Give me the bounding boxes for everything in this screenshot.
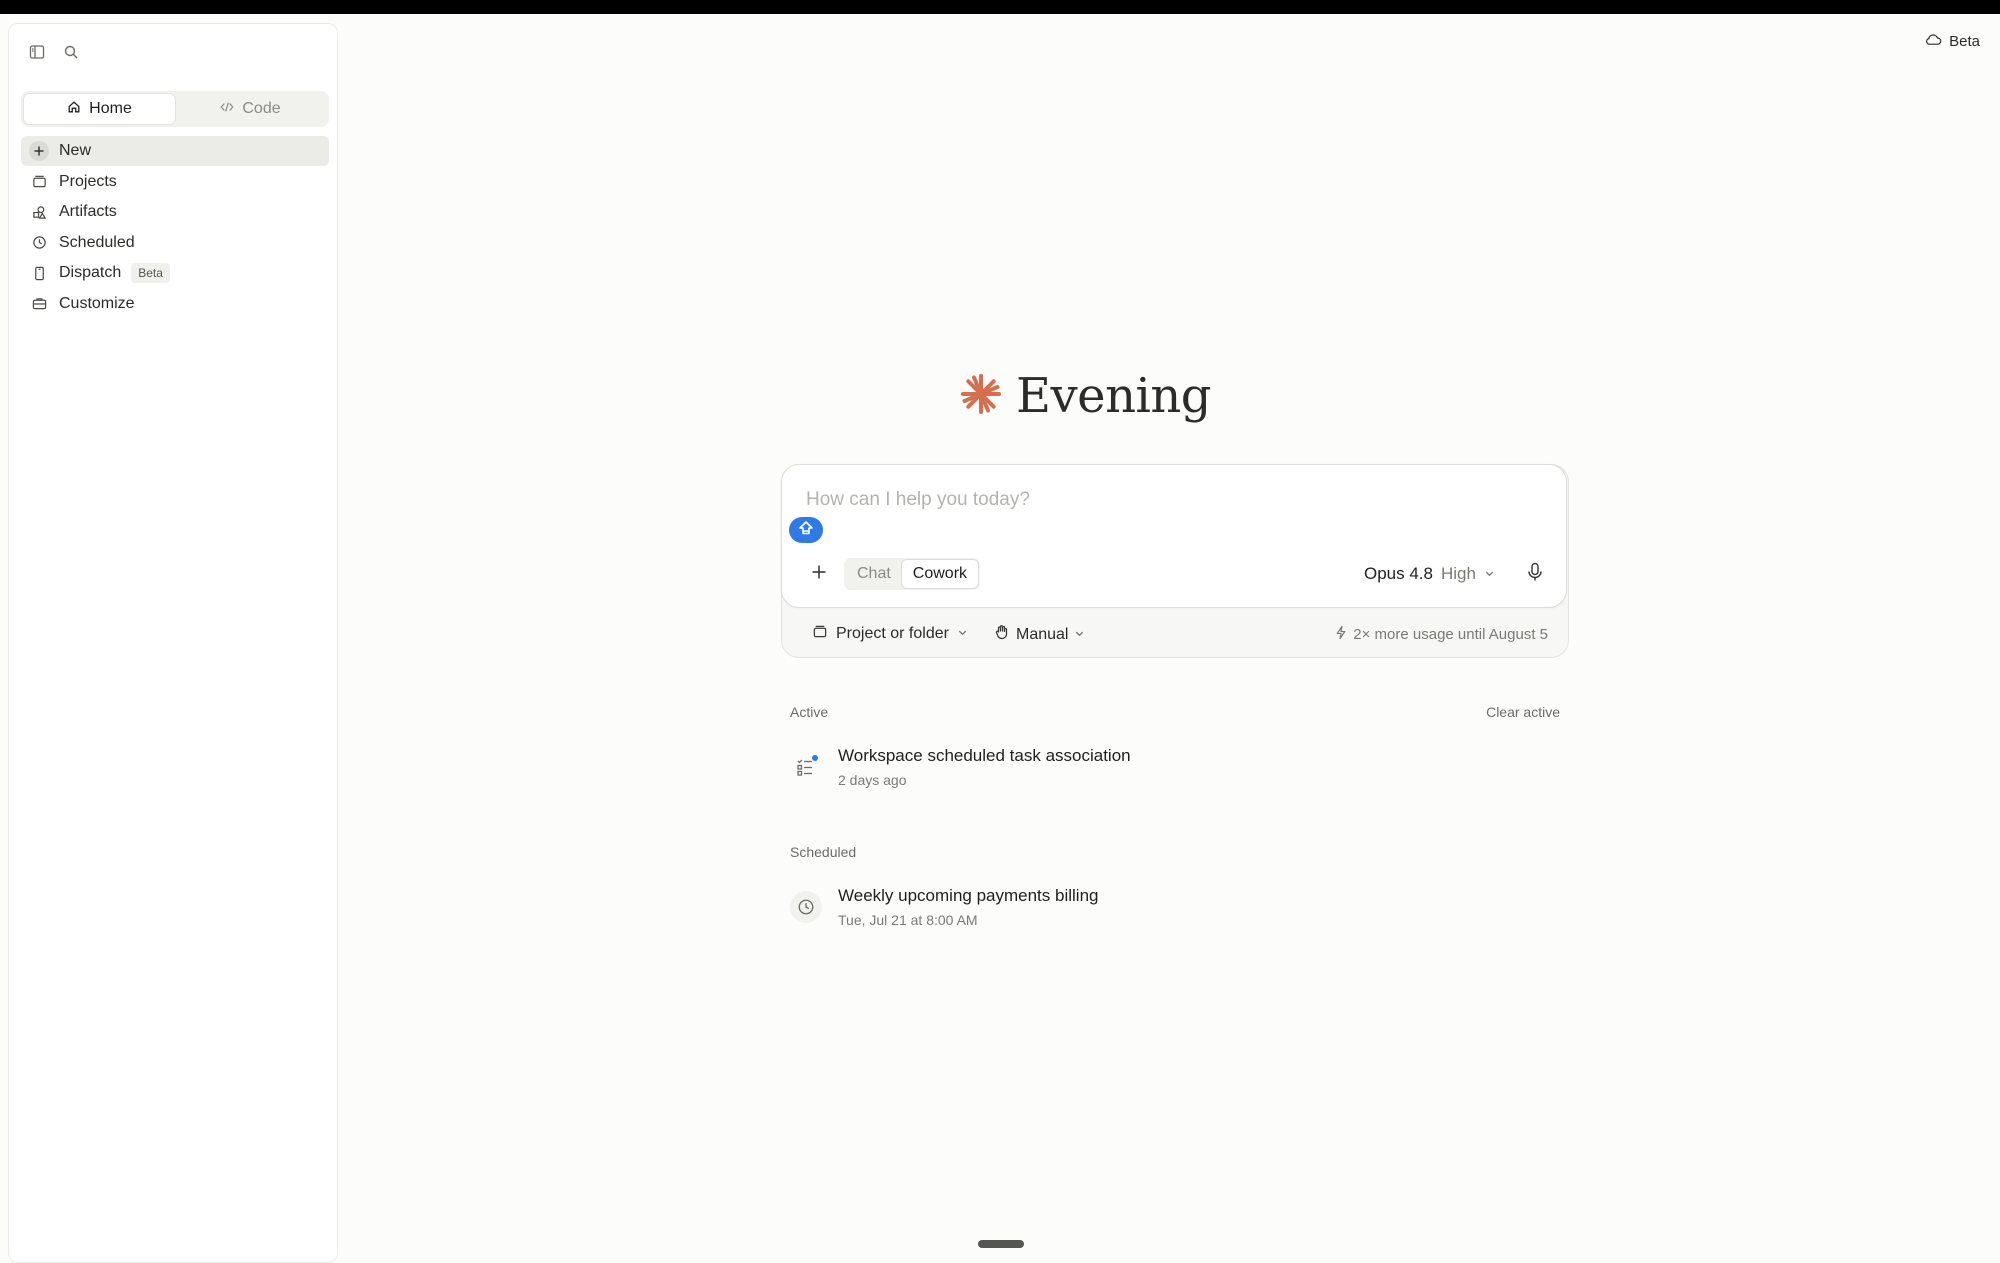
task-title: Weekly upcoming payments billing (838, 886, 1099, 905)
plus-icon (29, 141, 49, 161)
permission-label: Manual (1016, 625, 1069, 643)
unread-dot (812, 755, 818, 761)
task-subtitle: 2 days ago (838, 772, 907, 788)
mode-chat[interactable]: Chat (846, 560, 902, 588)
model-effort: High (1441, 564, 1476, 583)
permission-selector[interactable]: Manual (994, 624, 1085, 645)
cloud-icon (1925, 32, 1942, 50)
folder-icon (812, 624, 828, 644)
sidebar-item-label: Customize (59, 294, 135, 312)
attach-button[interactable] (807, 562, 831, 586)
list-item[interactable]: Weekly upcoming payments billing Tue, Ju… (790, 886, 1560, 928)
composer-options-row: Project or folder Manual 2× more usage u (782, 609, 1568, 659)
beta-badge: Beta (131, 263, 170, 283)
app-window: Home Code New Projects Artifacts Schedul… (0, 14, 2000, 1263)
composer: Chat Cowork Opus 4.8 High (781, 464, 1567, 608)
sidebar-item-label: Dispatch (59, 264, 122, 281)
usage-note: 2× more usage until August 5 (1335, 625, 1548, 644)
sidebar-item-label: Artifacts (59, 203, 117, 220)
clock-icon (31, 235, 47, 251)
project-folder-selector[interactable]: Project or folder (812, 624, 968, 644)
floating-action-button[interactable] (789, 517, 823, 543)
home-indicator[interactable] (978, 1240, 1024, 1248)
greeting-text: Evening (1016, 368, 1211, 424)
clear-active-button[interactable]: Clear active (1486, 704, 1560, 720)
sparkle-logo-icon (960, 373, 1002, 420)
sidebar-nav: New Projects Artifacts Scheduled Dispatc… (21, 136, 329, 319)
chevron-down-icon (957, 625, 968, 643)
tab-code[interactable]: Code (175, 94, 326, 124)
phone-icon (31, 265, 47, 281)
active-heading: Active (790, 704, 829, 720)
house-arrow-icon (798, 520, 814, 541)
shapes-icon (31, 204, 47, 220)
hand-icon (994, 624, 1010, 645)
folder-icon (31, 174, 47, 190)
sidebar-item-customize[interactable]: Customize (21, 289, 329, 319)
list-item[interactable]: Workspace scheduled task association 2 d… (790, 746, 1560, 788)
sidebar-item-label: New (59, 142, 92, 159)
sidebar-item-label: Scheduled (59, 233, 135, 251)
lightning-icon (1335, 625, 1347, 644)
microphone-icon (1527, 562, 1543, 587)
model-selector[interactable]: Opus 4.8 High (1364, 564, 1495, 584)
task-title: Workspace scheduled task association (838, 746, 1131, 765)
greeting: Evening (960, 368, 1211, 424)
mode-switch: Chat Cowork (844, 558, 981, 590)
clock-icon (790, 891, 822, 923)
sidebar-item-artifacts[interactable]: Artifacts (21, 197, 329, 227)
sidebar-item-label: Projects (59, 172, 117, 190)
tab-home-label: Home (89, 100, 132, 117)
sidebar-item-dispatch[interactable]: Dispatch Beta (21, 258, 329, 288)
usage-note-text: 2× more usage until August 5 (1353, 626, 1548, 643)
composer-container: Chat Cowork Opus 4.8 High Pr (781, 464, 1569, 658)
home-code-switch: Home Code (21, 91, 329, 127)
microphone-button[interactable] (1523, 562, 1547, 586)
code-icon (220, 100, 234, 119)
search-icon[interactable] (61, 42, 81, 62)
scheduled-heading: Scheduled (790, 844, 857, 860)
active-section: Active Clear active Workspace scheduled … (790, 704, 1560, 788)
scheduled-section: Scheduled Weekly upcoming payments billi… (790, 844, 1560, 928)
tab-home[interactable]: Home (24, 94, 175, 124)
beta-button[interactable]: Beta (1925, 32, 1980, 50)
plus-icon (811, 564, 827, 585)
prompt-input[interactable] (806, 489, 1506, 511)
sidebar-toggle-icon[interactable] (27, 42, 47, 62)
model-name: Opus 4.8 (1364, 564, 1433, 583)
sidebar-item-new[interactable]: New (21, 136, 329, 166)
mode-cowork[interactable]: Cowork (901, 560, 979, 588)
chevron-down-icon (1074, 626, 1085, 644)
chevron-down-icon (1484, 564, 1495, 584)
home-icon (67, 100, 81, 119)
tab-code-label: Code (242, 100, 281, 117)
sidebar: Home Code New Projects Artifacts Schedul… (8, 23, 338, 1263)
project-folder-label: Project or folder (836, 625, 949, 642)
sidebar-toolbar (27, 42, 81, 62)
sidebar-item-projects[interactable]: Projects (21, 167, 329, 197)
window-top-bar (0, 0, 2000, 14)
beta-label: Beta (1949, 32, 1980, 50)
task-subtitle: Tue, Jul 21 at 8:00 AM (838, 912, 978, 928)
briefcase-icon (31, 296, 47, 312)
checklist-icon (790, 751, 822, 783)
sidebar-item-scheduled[interactable]: Scheduled (21, 228, 329, 258)
